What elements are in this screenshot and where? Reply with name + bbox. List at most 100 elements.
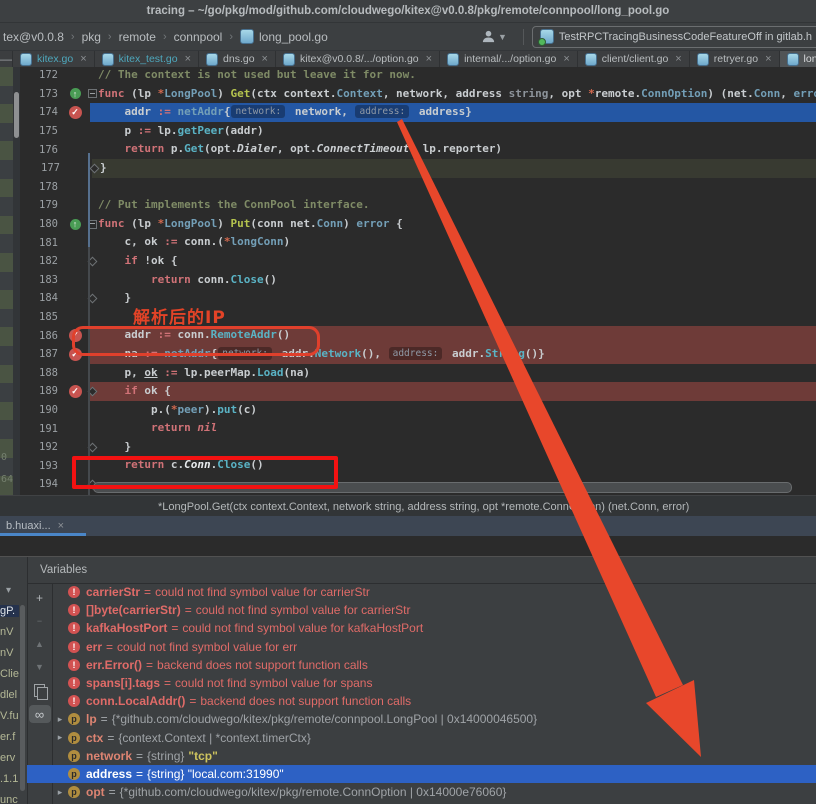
thread-dropdown-icon[interactable]: ▾ xyxy=(6,585,11,596)
code-line-177: 177} xyxy=(2,159,816,178)
error-icon: ! xyxy=(68,586,80,598)
breadcrumb-item-tex@v0.0.8[interactable]: tex@v0.0.8 xyxy=(3,30,64,44)
variable-row[interactable]: !err=could not find symbol value for err xyxy=(52,638,816,656)
close-icon[interactable]: × xyxy=(563,53,569,65)
editor-tab-internal/.../option.go[interactable]: internal/.../option.go × xyxy=(440,51,578,67)
implements-method-icon[interactable]: ↑ xyxy=(70,219,81,230)
variable-row[interactable]: ▸plp={*github.com/cloudwego/kitex/pkg/re… xyxy=(52,710,816,728)
variable-row[interactable]: !err.Error()=backend does not support fu… xyxy=(52,656,816,674)
code-text: func (lp *LongPool) Get(ctx context.Cont… xyxy=(98,85,816,104)
parameter-icon: p xyxy=(68,713,80,725)
code-text: p, ok := lp.peerMap.Load(na) xyxy=(98,364,310,383)
breakpoint-icon[interactable]: ✓ xyxy=(69,385,82,398)
editor-tab-retryer.go[interactable]: retryer.go × xyxy=(690,51,780,67)
breakpoint-icon[interactable]: ✓ xyxy=(69,106,82,119)
fold-marker-icon[interactable] xyxy=(89,163,99,173)
expand-chevron-icon[interactable]: ▸ xyxy=(52,714,68,725)
code-line-175: 175 p := lp.getPeer(addr) xyxy=(0,122,816,141)
variable-name: err xyxy=(86,640,102,654)
editor-tab-dns.go[interactable]: dns.go × xyxy=(199,51,276,67)
implements-method-icon[interactable]: ↑ xyxy=(70,88,81,99)
variable-row[interactable]: ![]byte(carrierStr)=could not find symbo… xyxy=(52,601,816,619)
breadcrumb-separator: › xyxy=(163,31,167,43)
background-stripe xyxy=(0,216,13,235)
equals-sign: = xyxy=(109,785,116,799)
variable-row[interactable]: !conn.LocalAddr()=backend does not suppo… xyxy=(52,692,816,710)
variable-value: {context.Context | *context.timerCtx} xyxy=(118,731,311,745)
breadcrumb-file[interactable]: long_pool.go xyxy=(259,30,328,44)
frame-item[interactable]: gP. xyxy=(0,605,19,617)
code-line-181: 181 c, ok := conn.(*longConn) xyxy=(0,233,816,252)
tab-label: dns.go xyxy=(223,53,255,65)
duplicate-button[interactable] xyxy=(32,682,48,698)
variable-row[interactable]: !kafkaHostPort=could not find symbol val… xyxy=(52,619,816,637)
background-stripe xyxy=(0,67,13,86)
close-icon[interactable]: × xyxy=(675,53,681,65)
variable-row[interactable]: !spans[i].tags=could not find symbol val… xyxy=(52,674,816,692)
frame-item[interactable]: Clie xyxy=(0,668,19,680)
variable-row[interactable]: pnetwork={string}"tcp" xyxy=(52,747,816,765)
error-icon: ! xyxy=(68,641,80,653)
frame-item[interactable]: erv xyxy=(0,752,19,764)
background-stripe xyxy=(0,402,13,421)
editor-tab-kitex@v0.0.8/.../option.go[interactable]: kitex@v0.0.8/.../option.go× xyxy=(276,51,440,67)
editor-tab-kitex.go[interactable]: kitex.go× xyxy=(13,51,95,67)
fold-collapse-icon[interactable] xyxy=(88,89,97,98)
close-icon[interactable]: × xyxy=(262,53,268,65)
expand-chevron-icon[interactable]: ▸ xyxy=(52,787,68,798)
close-icon[interactable]: × xyxy=(765,53,771,65)
variable-row[interactable]: ▸popt={*github.com/cloudwego/kitex/pkg/r… xyxy=(52,783,816,801)
breadcrumb-item-connpool[interactable]: connpool xyxy=(174,30,223,44)
remove-button[interactable]: − xyxy=(32,613,48,629)
frame-item[interactable]: nV xyxy=(0,626,19,638)
code-line-173: 173↑func (lp *LongPool) Get(ctx context.… xyxy=(0,85,816,104)
user-account-button[interactable]: ▼ xyxy=(481,29,507,44)
close-icon[interactable]: × xyxy=(58,520,64,532)
editor-tab-client/client.go[interactable]: client/client.go× xyxy=(578,51,690,67)
move-down-button[interactable]: ▼ xyxy=(32,659,48,675)
expand-chevron-icon[interactable]: ▸ xyxy=(52,732,68,743)
annotation-box-close xyxy=(72,456,338,489)
close-icon[interactable]: × xyxy=(185,53,191,65)
frame-item[interactable]: er.f xyxy=(0,731,19,743)
code-line-189: 189✓ if ok { xyxy=(0,382,816,401)
editor-tab-long_pool.go[interactable]: long_pool.go× xyxy=(780,51,816,67)
code-line-179: 179// Put implements the ConnPool interf… xyxy=(0,196,816,215)
variable-row[interactable]: paddress={string} "local.com:31990" xyxy=(52,765,816,783)
frame-item[interactable]: nV xyxy=(0,647,19,659)
add-button[interactable]: + xyxy=(32,590,48,606)
tab-label: internal/.../option.go xyxy=(464,53,556,65)
go-file-icon xyxy=(240,29,254,44)
code-text: // Put implements the ConnPool interface… xyxy=(98,196,370,215)
frame-item[interactable]: dlel xyxy=(0,689,19,701)
watch-button[interactable]: ∞ xyxy=(29,705,51,723)
background-stripe xyxy=(0,327,13,346)
variable-row[interactable]: ▸pctx={context.Context | *context.timerC… xyxy=(52,729,816,747)
editor-tab-kitex_test.go[interactable]: kitex_test.go× xyxy=(95,51,199,67)
close-icon[interactable]: × xyxy=(80,53,86,65)
close-icon[interactable]: × xyxy=(426,53,432,65)
debug-session-tab[interactable]: b.huaxi... × xyxy=(0,516,70,536)
code-text: func (lp *LongPool) Put(conn net.Conn) e… xyxy=(98,215,403,234)
code-line-188: 188 p, ok := lp.peerMap.Load(na) xyxy=(0,364,816,383)
frames-scrollbar[interactable] xyxy=(20,605,25,791)
variable-value: could not find symbol value for carrierS… xyxy=(196,603,411,617)
breadcrumb-item-remote[interactable]: remote xyxy=(119,30,156,44)
variable-value: {string} xyxy=(147,749,184,763)
move-up-button[interactable]: ▲ xyxy=(32,636,48,652)
variable-value: {*github.com/cloudwego/kitex/pkg/remote/… xyxy=(112,712,537,726)
frame-item[interactable]: .1.1 xyxy=(0,773,19,785)
frame-item[interactable]: V.fu xyxy=(0,710,19,722)
code-line-172: 172// The context is not used but leave … xyxy=(0,67,816,85)
breadcrumb-item-pkg[interactable]: pkg xyxy=(82,30,101,44)
tab-label: retryer.go xyxy=(714,53,758,65)
variable-row[interactable]: !carrierStr=could not find symbol value … xyxy=(52,583,816,601)
go-file-icon xyxy=(102,53,114,66)
code-line-176: 176 return p.Get(opt.Dialer, opt.Connect… xyxy=(0,140,816,159)
equals-sign: = xyxy=(144,585,151,599)
run-configuration-selector[interactable]: TestRPCTracingBusinessCodeFeatureOff in … xyxy=(532,26,816,48)
variable-value: backend does not support function calls xyxy=(157,658,368,672)
code-editor[interactable]: 172// The context is not used but leave … xyxy=(0,67,816,495)
tabbar-dash-icon[interactable]: — xyxy=(0,51,13,67)
variables-tree[interactable]: !carrierStr=could not find symbol value … xyxy=(52,583,816,804)
